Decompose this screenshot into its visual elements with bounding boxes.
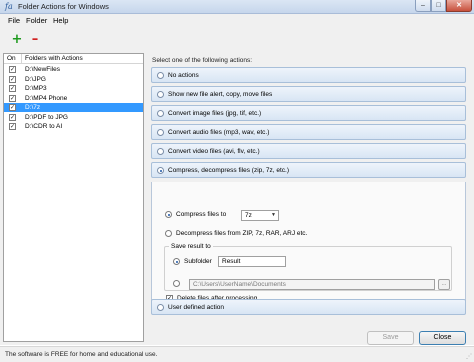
- menu-file[interactable]: File: [8, 16, 20, 25]
- subfolder-input[interactable]: Result: [218, 256, 286, 267]
- column-header-folders[interactable]: Folders with Actions: [25, 55, 83, 63]
- folder-row[interactable]: ✓ D:\MP4 Phone: [4, 94, 143, 103]
- action-radio[interactable]: [157, 304, 164, 311]
- folder-label: D:\7z: [25, 104, 41, 111]
- folder-checkbox[interactable]: ✓: [9, 104, 16, 111]
- status-bar: The software is FREE for home and educat…: [0, 346, 474, 362]
- action-radio[interactable]: [157, 91, 164, 98]
- actions-prompt: Select one of the following actions:: [152, 57, 253, 64]
- folder-row[interactable]: ✓ D:\7z: [4, 103, 143, 112]
- action-label: Convert audio files (mp3, wav, etc.): [168, 129, 270, 136]
- window-title: Folder Actions for Windows: [18, 2, 109, 11]
- action-option[interactable]: Convert video files (avi, flv, etc.): [151, 143, 466, 159]
- action-radio[interactable]: [157, 110, 164, 117]
- decompress-label: Decompress files from ZIP, 7z, RAR, ARJ …: [176, 230, 308, 237]
- close-window-button[interactable]: ✕: [446, 0, 472, 12]
- compress-radio[interactable]: [165, 211, 172, 218]
- chevron-down-icon: ▼: [271, 212, 276, 218]
- menu-help[interactable]: Help: [53, 16, 68, 25]
- path-input[interactable]: C:\Users\UserName\Documents: [189, 279, 435, 290]
- path-radio[interactable]: [173, 280, 180, 287]
- action-radio[interactable]: [157, 129, 164, 136]
- folder-list[interactable]: On Folders with Actions ✓ D:\NewFiles ✓ D:\…: [3, 53, 144, 342]
- column-header-on[interactable]: On: [7, 55, 16, 63]
- add-folder-button[interactable]: +: [10, 33, 24, 47]
- action-option[interactable]: Show new file alert, copy, move files: [151, 86, 466, 102]
- action-option[interactable]: Convert image files (jpg, tif, etc.): [151, 105, 466, 121]
- maximize-button[interactable]: □: [431, 0, 446, 12]
- action-option[interactable]: Compress, decompress files (zip, 7z, etc…: [151, 162, 466, 178]
- folder-checkbox[interactable]: ✓: [9, 94, 16, 102]
- folder-label: D:\MP4 Phone: [25, 94, 68, 102]
- compress-format-select[interactable]: 7z ▼: [241, 210, 279, 221]
- minimize-button[interactable]: –: [415, 0, 431, 12]
- action-option[interactable]: Convert audio files (mp3, wav, etc.): [151, 124, 466, 140]
- action-user-defined[interactable]: User defined action: [151, 299, 466, 315]
- path-option[interactable]: [173, 278, 183, 290]
- subfolder-radio[interactable]: [173, 258, 180, 265]
- compress-options-panel: Compress files to 7z ▼ Decompress files …: [151, 182, 466, 313]
- list-header: On Folders with Actions: [4, 54, 143, 64]
- action-radio[interactable]: [157, 72, 164, 79]
- action-label: Convert image files (jpg, tif, etc.): [168, 110, 262, 117]
- action-radio[interactable]: [157, 148, 164, 155]
- action-option[interactable]: No actions: [151, 67, 466, 83]
- compress-format-value: 7z: [245, 212, 252, 219]
- folder-checkbox[interactable]: ✓: [9, 85, 16, 92]
- action-radio[interactable]: [157, 167, 164, 174]
- menu-bar: File Folder Help: [0, 14, 474, 27]
- title-bar: fa Folder Actions for Windows – □ ✕: [0, 0, 474, 14]
- save-button[interactable]: Save: [367, 331, 414, 345]
- folder-row[interactable]: ✓ D:\NewFiles: [4, 65, 143, 74]
- actions-panel: No actions Show new file alert, copy, mov…: [151, 67, 468, 362]
- toolbar: + –: [0, 27, 474, 53]
- remove-folder-button[interactable]: –: [28, 33, 42, 47]
- action-label: Show new file alert, copy, move files: [168, 91, 273, 98]
- folder-label: D:\CDR to AI: [25, 123, 63, 130]
- folder-checkbox[interactable]: ✓: [9, 75, 16, 83]
- column-divider[interactable]: [21, 54, 22, 64]
- browse-button[interactable]: ...: [438, 279, 450, 290]
- folder-checkbox[interactable]: ✓: [9, 66, 16, 73]
- action-label: No actions: [168, 72, 199, 79]
- folder-row[interactable]: ✓ D:\MP3: [4, 84, 143, 93]
- decompress-option[interactable]: Decompress files from ZIP, 7z, RAR, ARJ …: [165, 228, 365, 240]
- folder-label: D:\JPG: [25, 75, 46, 83]
- folder-label: D:\NewFiles: [25, 66, 61, 73]
- folder-row[interactable]: ✓ D:\JPG: [4, 75, 143, 84]
- save-result-title: Save result to: [169, 242, 213, 251]
- compress-option[interactable]: Compress files to: [165, 209, 240, 221]
- close-button[interactable]: Close: [419, 331, 466, 345]
- status-text: The software is FREE for home and educat…: [5, 351, 158, 358]
- save-result-group: Save result to Subfolder Result C:\Users…: [164, 242, 452, 291]
- action-label: User defined action: [168, 304, 225, 311]
- app-icon: fa: [5, 2, 13, 11]
- folder-row[interactable]: ✓ D:\PDF to JPG: [4, 113, 143, 122]
- action-label: Convert video files (avi, flv, etc.): [168, 148, 260, 155]
- decompress-radio[interactable]: [165, 230, 172, 237]
- resize-grip-icon[interactable]: ⋰: [466, 354, 472, 360]
- folder-label: D:\MP3: [25, 85, 47, 92]
- folder-row[interactable]: ✓ D:\CDR to AI: [4, 122, 143, 131]
- folder-label: D:\PDF to JPG: [25, 113, 68, 121]
- main-area: On Folders with Actions ✓ D:\NewFiles ✓ D:\…: [0, 53, 474, 345]
- folder-checkbox[interactable]: ✓: [9, 123, 16, 130]
- action-label: Compress, decompress files (zip, 7z, etc…: [168, 167, 290, 174]
- menu-folder[interactable]: Folder: [26, 16, 47, 25]
- subfolder-label: Subfolder: [184, 258, 212, 265]
- compress-label: Compress files to: [176, 211, 227, 218]
- folder-checkbox[interactable]: ✓: [9, 113, 16, 121]
